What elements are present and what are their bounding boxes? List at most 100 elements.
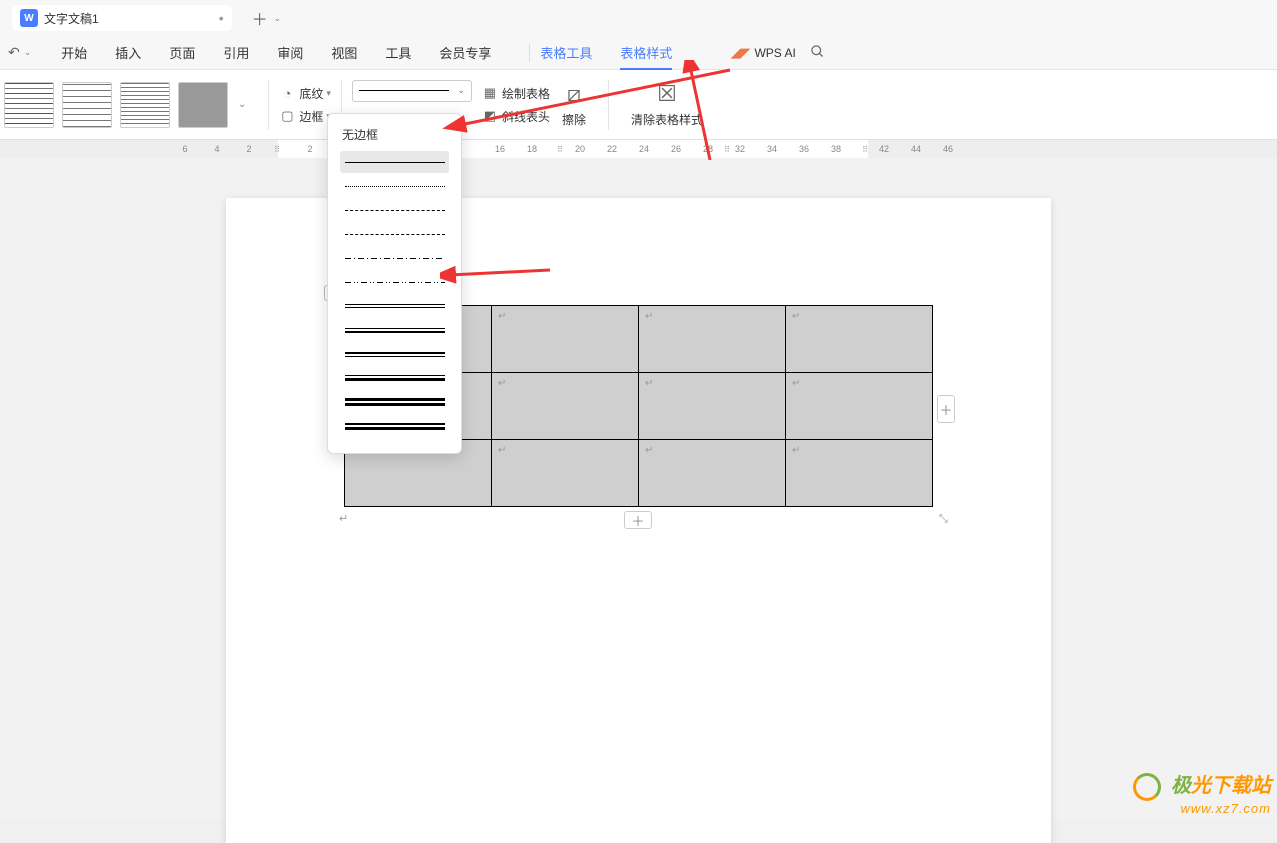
ruler-grip-icon[interactable]: ⠿ [272, 144, 282, 154]
ruler-number: 2 [246, 144, 251, 154]
menu-tools[interactable]: 工具 [385, 43, 411, 62]
menu-reference[interactable]: 引用 [223, 43, 249, 62]
shading-icon: ◔ [279, 86, 295, 101]
table-cell[interactable] [492, 306, 639, 373]
table-cell[interactable] [639, 373, 786, 440]
watermark-url: www.xz7.com [1133, 801, 1271, 816]
chevron-down-icon: ⌄ [457, 85, 465, 96]
menu-start[interactable]: 开始 [61, 43, 87, 62]
ruler-grip-icon[interactable]: ⠿ [860, 144, 870, 154]
menu-table-tools[interactable]: 表格工具 [540, 43, 592, 62]
draw-table-icon: ▦ [482, 85, 498, 101]
ruler-number: 44 [911, 144, 921, 154]
table-cell[interactable] [639, 306, 786, 373]
eraser-button[interactable]: ⧄ 擦除 [562, 81, 586, 128]
table-style-preset[interactable] [4, 82, 54, 128]
menu-insert[interactable]: 插入 [115, 43, 141, 62]
shading-button[interactable]: ◔ 底纹 ▾ [279, 85, 331, 102]
ruler-number: 32 [735, 144, 745, 154]
tab-close-icon[interactable]: • [219, 10, 224, 26]
add-column-button[interactable]: ＋ [937, 395, 955, 423]
document-tab[interactable]: W 文字文稿1 • [12, 5, 232, 31]
diagonal-header-label: 斜线表头 [502, 108, 550, 125]
ruler-number: 36 [799, 144, 809, 154]
line-style-option[interactable] [340, 391, 449, 413]
new-tab-chevron-icon[interactable]: ⌄ [274, 13, 282, 24]
line-style-option[interactable] [340, 247, 449, 269]
ruler-number: 24 [639, 144, 649, 154]
new-tab-button[interactable]: ＋ [252, 6, 268, 30]
clear-style-icon: ☒ [657, 81, 677, 107]
line-style-option[interactable] [340, 175, 449, 197]
border-button[interactable]: ▢ 边框 ▾ [279, 108, 331, 125]
ruler-number: 6 [182, 144, 187, 154]
ruler-number: 20 [575, 144, 585, 154]
line-style-option[interactable] [340, 367, 449, 389]
table-cell[interactable] [639, 440, 786, 507]
table-cell[interactable] [786, 306, 933, 373]
wps-ai-button[interactable]: ◢◤ WPS AI [730, 45, 795, 61]
line-style-option[interactable] [340, 343, 449, 365]
border-icon: ▢ [279, 108, 295, 124]
line-style-option[interactable] [340, 271, 449, 293]
table-style-preset[interactable] [120, 82, 170, 128]
clear-table-style-label: 清除表格样式 [631, 111, 703, 128]
wps-ai-icon: ◢◤ [730, 45, 750, 61]
line-style-option[interactable] [340, 415, 449, 437]
doc-icon: W [20, 9, 38, 27]
line-style-option[interactable] [340, 295, 449, 317]
diagonal-header-button[interactable]: ◩ 斜线表头 [482, 108, 550, 125]
ruler-grip-icon[interactable]: ⠿ [555, 144, 565, 154]
menu-separator [529, 44, 530, 62]
ruler-number: 34 [767, 144, 777, 154]
table-resize-handle-icon[interactable]: ⤡ [939, 513, 953, 527]
line-style-option[interactable] [340, 199, 449, 221]
ruler-number: 4 [214, 144, 219, 154]
line-style-option[interactable] [340, 223, 449, 245]
chevron-down-icon: ▾ [326, 88, 331, 99]
undo-chevron-icon[interactable]: ⌄ [24, 47, 32, 58]
eraser-icon: ⧄ [567, 81, 581, 107]
line-preview [359, 90, 449, 91]
document-area: ✥ [0, 158, 1277, 818]
undo-icon[interactable]: ↶ [8, 44, 20, 61]
menu-page[interactable]: 页面 [169, 43, 195, 62]
search-icon[interactable] [810, 44, 825, 62]
ruler-number: 2 [307, 144, 312, 154]
document-tab-label: 文字文稿1 [44, 10, 99, 27]
draw-table-button[interactable]: ▦ 绘制表格 [482, 85, 550, 102]
paragraph-mark-icon: ↵ [339, 512, 348, 525]
menu-table-style[interactable]: 表格样式 [620, 43, 672, 70]
ruler-number: 22 [607, 144, 617, 154]
clear-table-style-button[interactable]: ☒ 清除表格样式 [631, 81, 703, 128]
ruler-number: 38 [831, 144, 841, 154]
dropdown-title: 无边框 [328, 124, 461, 149]
table-cell[interactable] [786, 440, 933, 507]
ruler-number: 18 [527, 144, 537, 154]
ruler-grip-icon[interactable]: ⠿ [722, 144, 732, 154]
table-style-preset[interactable] [178, 82, 228, 128]
line-style-option[interactable] [340, 151, 449, 173]
ruler-number: 42 [879, 144, 889, 154]
title-bar: W 文字文稿1 • ＋ ⌄ [0, 0, 1277, 36]
toolbar-separator [268, 80, 269, 130]
ruler-number: 46 [943, 144, 953, 154]
menu-review[interactable]: 审阅 [277, 43, 303, 62]
line-style-option[interactable] [340, 319, 449, 341]
line-style-select[interactable]: ⌄ [352, 80, 472, 102]
watermark-brand-first: 极 [1171, 775, 1191, 797]
menu-view[interactable]: 视图 [331, 43, 357, 62]
horizontal-ruler: 6 4 2 ⠿ 2 4 16 18 ⠿ 20 22 24 26 28 ⠿ 32 … [0, 140, 1277, 158]
table-cell[interactable] [492, 440, 639, 507]
table-cell[interactable] [492, 373, 639, 440]
wps-ai-label: WPS AI [754, 46, 795, 60]
draw-table-label: 绘制表格 [502, 85, 550, 102]
style-gallery-chevron-icon[interactable]: ⌄ [238, 99, 246, 110]
table-cell[interactable] [786, 373, 933, 440]
menu-member[interactable]: 会员专享 [439, 43, 491, 62]
table-style-preset[interactable] [62, 82, 112, 128]
line-style-dropdown: 无边框 [327, 113, 462, 454]
add-row-button[interactable]: ＋ [624, 511, 652, 529]
border-label: 边框 [299, 108, 323, 125]
eraser-label: 擦除 [562, 111, 586, 128]
